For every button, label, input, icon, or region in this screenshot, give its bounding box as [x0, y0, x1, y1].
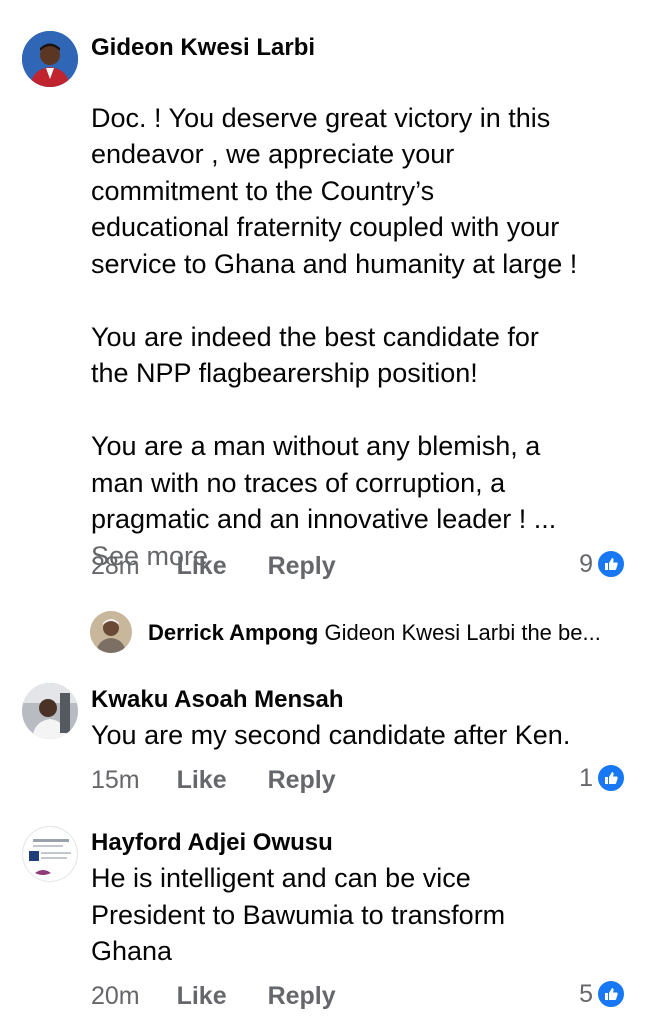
comment-author[interactable]: Hayford Adjei Owusu: [91, 829, 333, 857]
like-button[interactable]: Like: [177, 766, 227, 794]
comment-meta: 15m Like Reply: [91, 766, 336, 795]
reply-author[interactable]: Derrick Ampong: [148, 620, 318, 645]
comment-meta: 20m Like Reply: [91, 982, 336, 1011]
avatar[interactable]: [22, 31, 78, 87]
reaction-number: 9: [579, 549, 593, 578]
avatar[interactable]: [22, 826, 78, 882]
reply-button[interactable]: Reply: [268, 552, 336, 580]
reaction-number: 1: [579, 763, 593, 792]
like-button[interactable]: Like: [177, 552, 227, 580]
reaction-count[interactable]: 5: [579, 979, 626, 1009]
comment-text: Doc. ! You deserve great victory in this…: [91, 63, 636, 611]
comment-author[interactable]: Kwaku Asoah Mensah: [91, 686, 344, 714]
reaction-count[interactable]: 9: [579, 549, 626, 579]
comment-time[interactable]: 20m: [91, 982, 140, 1010]
reply-preview-text: Derrick Ampong Gideon Kwesi Larbi the be…: [148, 620, 601, 646]
comment-body: Doc. ! You deserve great victory in this…: [91, 102, 578, 535]
avatar[interactable]: [22, 683, 78, 739]
reply-button[interactable]: Reply: [268, 982, 336, 1010]
thumbs-up-icon: [596, 979, 626, 1009]
avatar[interactable]: [90, 611, 132, 653]
reaction-number: 5: [579, 979, 593, 1008]
comment-text: You are my second candidate after Ken.: [91, 720, 571, 750]
comment-author[interactable]: Gideon Kwesi Larbi: [91, 34, 315, 62]
reply-snippet: Gideon Kwesi Larbi the be...: [324, 620, 601, 645]
thumbs-up-icon: [596, 549, 626, 579]
like-button[interactable]: Like: [177, 982, 227, 1010]
reply-button[interactable]: Reply: [268, 766, 336, 794]
comment-time[interactable]: 28m: [91, 552, 140, 580]
comment-time[interactable]: 15m: [91, 766, 140, 794]
comment-meta: 28m Like Reply: [91, 552, 336, 581]
comment-text: He is intelligent and can be vice Presid…: [91, 863, 506, 966]
thumbs-up-icon: [596, 763, 626, 793]
reaction-count[interactable]: 1: [579, 763, 626, 793]
